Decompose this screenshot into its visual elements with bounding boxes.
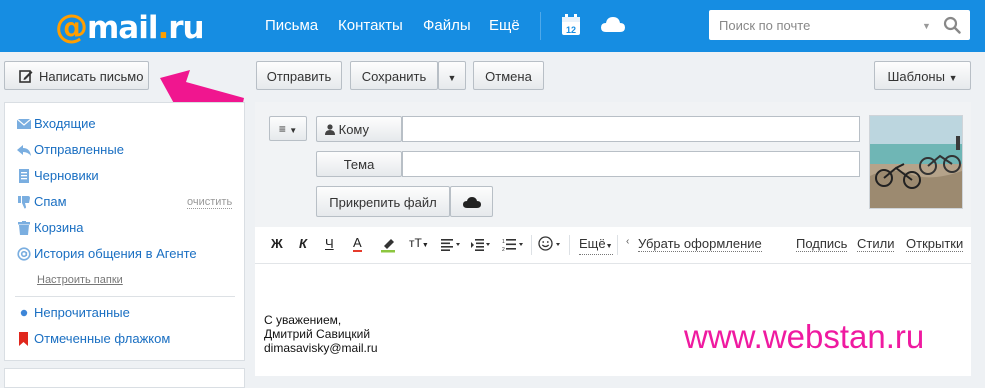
to-button[interactable]: Кому [316, 116, 402, 142]
nav-divider [540, 12, 541, 40]
sidebar-divider [15, 296, 235, 297]
align-icon[interactable] [441, 239, 461, 251]
bold-button[interactable]: Ж [271, 236, 283, 251]
search-box: ▼ [709, 10, 970, 40]
font-size-chevron-icon: ▼ [421, 242, 429, 249]
nav-contacts[interactable]: Контакты [338, 17, 403, 34]
cancel-button[interactable]: Отмена [473, 61, 544, 90]
toolbar-divider [617, 235, 618, 255]
more-formatting-button[interactable]: Ещё▼ [579, 237, 613, 255]
clean-spam-link[interactable]: очистить [187, 196, 233, 209]
subject-label: Тема [316, 151, 402, 177]
indent-icon[interactable] [471, 239, 491, 251]
unread-dot-icon [20, 309, 28, 317]
signature-line: dimasavisky@mail.ru [264, 341, 378, 355]
nav-letters[interactable]: Письма [265, 17, 318, 34]
subject-field[interactable] [402, 151, 860, 177]
sender-photo-image [870, 116, 962, 208]
draft-icon [19, 169, 29, 183]
cloud-icon [463, 197, 481, 208]
inbox-icon [17, 118, 31, 129]
cloud-icon[interactable] [600, 14, 626, 36]
postcards-link[interactable]: Открытки [906, 237, 964, 252]
message-body[interactable]: С уважением, Дмитрий Савицкий dimasavisk… [264, 313, 378, 355]
watermark-text: www.webstan.ru [684, 318, 925, 355]
signature-link[interactable]: Подпись [796, 237, 848, 252]
underline-button[interactable]: Ч [325, 236, 334, 251]
templates-chevron-icon: ▼ [948, 73, 958, 83]
at-icon [17, 247, 31, 261]
text-color-button[interactable]: А [353, 236, 362, 252]
calendar-icon[interactable]: 12 [561, 14, 581, 36]
smiley-icon[interactable] [538, 236, 562, 252]
reply-icon [17, 145, 31, 156]
format-mode-button[interactable]: ≡ ▼ [269, 116, 307, 141]
format-chevron-icon: ▼ [289, 126, 298, 135]
signature-line: С уважением, [264, 313, 342, 327]
svg-text:2: 2 [502, 247, 505, 252]
send-button[interactable]: Отправить [256, 61, 342, 90]
italic-button[interactable]: К [299, 236, 307, 251]
to-field[interactable] [402, 116, 860, 142]
flag-icon [19, 332, 28, 346]
menu-lines-icon: ≡ [278, 122, 286, 136]
nav-files[interactable]: Файлы [423, 17, 471, 34]
nav-more[interactable]: Ещё [489, 17, 520, 34]
compose-pen-icon [19, 70, 33, 83]
templates-button[interactable]: Шаблоны ▼ [874, 61, 971, 90]
mailru-logo[interactable]: @mail.ru [55, 7, 205, 46]
calendar-day: 12 [566, 25, 576, 35]
sender-photo [869, 115, 963, 209]
sidebar-secondary-panel [4, 368, 245, 388]
more-chevron-icon: ▼ [605, 243, 613, 250]
trash-icon [18, 221, 30, 235]
attach-from-cloud-button[interactable] [450, 186, 493, 217]
font-size-button[interactable]: тТ▼ [409, 236, 429, 250]
chevron-left-icon: ‹ [626, 236, 630, 247]
toolbar-divider [569, 235, 570, 255]
compose-button[interactable]: Написать письмо [4, 61, 149, 90]
highlight-marker-icon[interactable] [380, 237, 396, 253]
signature-line: Дмитрий Савицкий [264, 327, 371, 341]
svg-text:1: 1 [502, 239, 505, 245]
save-button[interactable]: Сохранить [350, 61, 438, 90]
search-icon[interactable] [943, 16, 961, 34]
list-icon[interactable]: 12 [502, 238, 524, 252]
setup-folders-link[interactable]: Настроить папки [37, 274, 123, 286]
styles-link[interactable]: Стили [857, 237, 895, 252]
search-scope-caret-icon[interactable]: ▼ [922, 21, 931, 31]
chevron-down-icon: ▼ [447, 73, 457, 83]
search-input[interactable] [709, 10, 934, 40]
remove-formatting-link[interactable]: Убрать оформление [638, 237, 762, 252]
contact-icon [325, 124, 335, 135]
toolbar-divider [531, 235, 532, 255]
save-options-button[interactable]: ▼ [438, 61, 466, 90]
attach-file-button[interactable]: Прикрепить файл [316, 186, 450, 217]
thumbs-down-icon [18, 196, 30, 209]
